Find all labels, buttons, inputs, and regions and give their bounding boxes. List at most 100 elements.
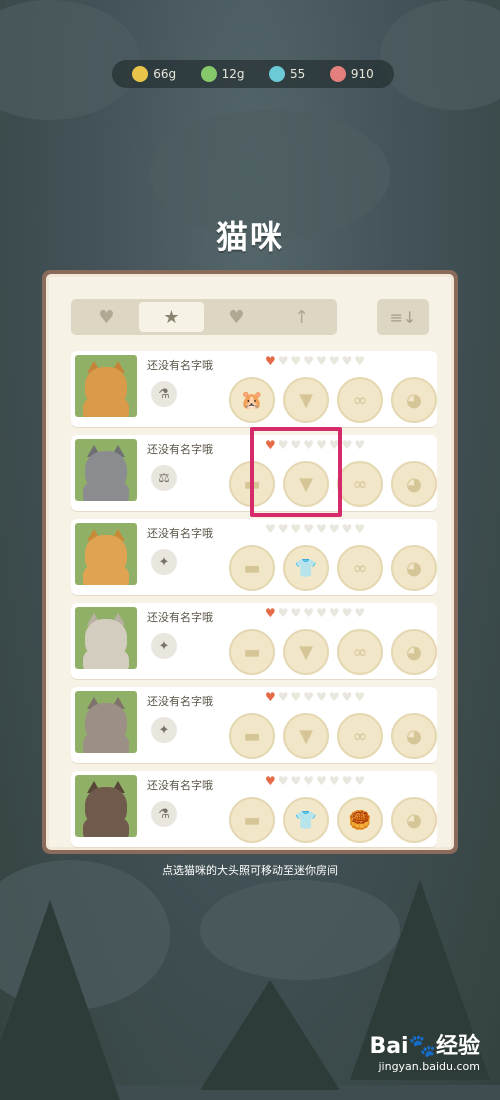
filter-tab-heart[interactable]: ♥: [204, 302, 269, 332]
cat-name: 还没有名字哦: [147, 695, 213, 708]
outfit-slot-glasses[interactable]: ∞: [337, 713, 383, 759]
outfit-slot-cat-face[interactable]: ◕: [391, 461, 437, 507]
heart-icon: ♥: [354, 354, 366, 368]
outfit-slot-hat[interactable]: 🐹: [229, 377, 275, 423]
sort-button[interactable]: ≡↓: [377, 299, 429, 335]
cat-row: 还没有名字哦 ✦ ♥ ♥ ♥ ♥ ♥ ♥ ♥ ♥ ▬ ▼ ∞ ◕: [71, 603, 437, 679]
heart-icon: ♥: [316, 354, 327, 368]
heart-icon: ♥: [316, 606, 327, 620]
outfit-slots: ▬ 👕 ∞ ◕: [229, 545, 437, 591]
heart-icon: ♥: [354, 522, 366, 536]
heart-icon: ♥: [341, 438, 353, 452]
hat-icon: ▬: [243, 809, 261, 831]
hint-text: 点选猫咪的大头照可移动至迷你房间: [162, 864, 338, 877]
outfit-slot-glasses[interactable]: ∞: [337, 629, 383, 675]
heart-icon: ♥: [328, 774, 340, 788]
cat-avatar[interactable]: [75, 523, 137, 585]
arrow-up-icon: ↑: [293, 306, 310, 328]
outfit-slot-shirt[interactable]: ▼: [283, 629, 329, 675]
outfit-slot-cat-face[interactable]: ◕: [391, 629, 437, 675]
outfit-slot-cat-face[interactable]: ◕: [391, 545, 437, 591]
resource-bar: 66g 12g 55 910: [112, 60, 394, 88]
gem-icon: [269, 66, 286, 82]
shirt-icon: ▼: [299, 641, 313, 663]
heart-icon: ♥: [316, 690, 327, 704]
heart-icon: ♥: [354, 438, 366, 452]
heart-icon: ♥: [303, 522, 315, 536]
outfit-slot-cat-face[interactable]: ◕: [391, 797, 437, 843]
filter-tab-star[interactable]: ★: [139, 302, 204, 332]
outfit-slot-shirt[interactable]: ▼: [283, 377, 329, 423]
heart-icon: ♥: [316, 522, 327, 536]
heart-icon: ♥: [265, 774, 276, 788]
star-icon: ★: [163, 306, 180, 328]
heart-icon: ♥: [277, 522, 289, 536]
highlight-box: [250, 427, 342, 517]
heart-icon: ♥: [303, 606, 315, 620]
resource-item: 55: [269, 66, 305, 82]
glasses-icon: 🥮: [348, 809, 372, 831]
watermark-logo: Bai🐾经验: [369, 1034, 480, 1059]
outfit-slot-glasses[interactable]: ∞: [337, 545, 383, 591]
outfit-slot-hat[interactable]: ▬: [229, 629, 275, 675]
leaf-icon: [200, 66, 217, 82]
outfit-slot-shirt[interactable]: 👕: [283, 545, 329, 591]
outfit-slot-shirt[interactable]: 👕: [283, 797, 329, 843]
outfit-slot-glasses[interactable]: 🥮: [337, 797, 383, 843]
cat-row: 还没有名字哦 ⚗ ♥ ♥ ♥ ♥ ♥ ♥ ♥ ♥ 🐹 ▼ ∞ ◕: [71, 351, 437, 427]
filter-tabs: ♥ ★ ♥ ↑: [71, 299, 337, 335]
cat-row: 还没有名字哦 ✦ ♥ ♥ ♥ ♥ ♥ ♥ ♥ ♥ ▬ 👕 ∞ ◕: [71, 519, 437, 595]
filter-tab-arrow-up[interactable]: ↑: [269, 302, 334, 332]
favorite-item-icon: ✦: [151, 549, 177, 575]
heart-icon: ♥: [290, 690, 302, 704]
resource-item: 12g: [200, 66, 245, 82]
shirt-icon: ▼: [299, 389, 313, 411]
outfit-slot-cat-face[interactable]: ◕: [391, 713, 437, 759]
cat-panel: ♥ ★ ♥ ↑ ≡↓ 还没有名字哦 ⚗ ♥ ♥ ♥ ♥ ♥ ♥ ♥ ♥ 🐹 ▼ ∞ ◕ 还没有名字哦 ⚖ ♥ ♥ ♥ ♥ ♥…: [42, 270, 458, 854]
favorite-item-icon: ⚖: [151, 465, 177, 491]
cat-avatar[interactable]: [75, 775, 137, 837]
heart-icon: ♥: [341, 774, 353, 788]
outfit-slot-glasses[interactable]: ∞: [337, 461, 383, 507]
favorite-item-icon: ✦: [151, 717, 177, 743]
affection-hearts: ♥ ♥ ♥ ♥ ♥ ♥ ♥ ♥: [265, 355, 365, 367]
outfit-slot-cat-face[interactable]: ◕: [391, 377, 437, 423]
cat-avatar[interactable]: [75, 607, 137, 669]
outfit-slots: 🐹 ▼ ∞ ◕: [229, 377, 437, 423]
resource-value: 55: [290, 67, 306, 81]
fish-icon: [329, 66, 346, 82]
favorite-item-icon: ⚗: [151, 381, 177, 407]
outfit-slot-hat[interactable]: ▬: [229, 713, 275, 759]
cat-avatar[interactable]: [75, 691, 137, 753]
heart-icon: ♥: [328, 606, 340, 620]
heart-icon: ♥: [290, 774, 302, 788]
glasses-icon: ∞: [352, 641, 368, 663]
hat-icon: ▬: [243, 725, 261, 747]
cat-avatar[interactable]: [75, 439, 137, 501]
affection-hearts: ♥ ♥ ♥ ♥ ♥ ♥ ♥ ♥: [265, 607, 365, 619]
heart-icon: ♥: [341, 690, 353, 704]
cat-face-icon: ♥: [98, 306, 115, 328]
heart-icon: ♥: [290, 354, 302, 368]
heart-icon: ♥: [341, 354, 353, 368]
outfit-slots: ▬ ▼ ∞ ◕: [229, 629, 437, 675]
outfit-slot-glasses[interactable]: ∞: [337, 377, 383, 423]
heart-icon: ♥: [290, 606, 302, 620]
cat-row: 还没有名字哦 ⚗ ♥ ♥ ♥ ♥ ♥ ♥ ♥ ♥ ▬ 👕 🥮 ◕: [71, 771, 437, 847]
heart-icon: ♥: [341, 606, 353, 620]
shirt-icon: 👕: [294, 557, 318, 579]
heart-icon: ♥: [265, 690, 276, 704]
outfit-slot-shirt[interactable]: ▼: [283, 713, 329, 759]
watermark-url: jingyan.baidu.com: [378, 1060, 480, 1073]
shirt-icon: 👕: [294, 809, 318, 831]
hat-icon: 🐹: [240, 389, 264, 411]
page-title: 猫咪: [215, 218, 284, 256]
glasses-icon: ∞: [352, 557, 368, 579]
cat-face-icon: ◕: [406, 725, 422, 747]
affection-hearts: ♥ ♥ ♥ ♥ ♥ ♥ ♥ ♥: [265, 691, 365, 703]
outfit-slots: ▬ ▼ ∞ ◕: [229, 713, 437, 759]
outfit-slot-hat[interactable]: ▬: [229, 545, 275, 591]
cat-avatar[interactable]: [75, 355, 137, 417]
outfit-slot-hat[interactable]: ▬: [229, 797, 275, 843]
filter-tab-cat-face[interactable]: ♥: [74, 302, 139, 332]
